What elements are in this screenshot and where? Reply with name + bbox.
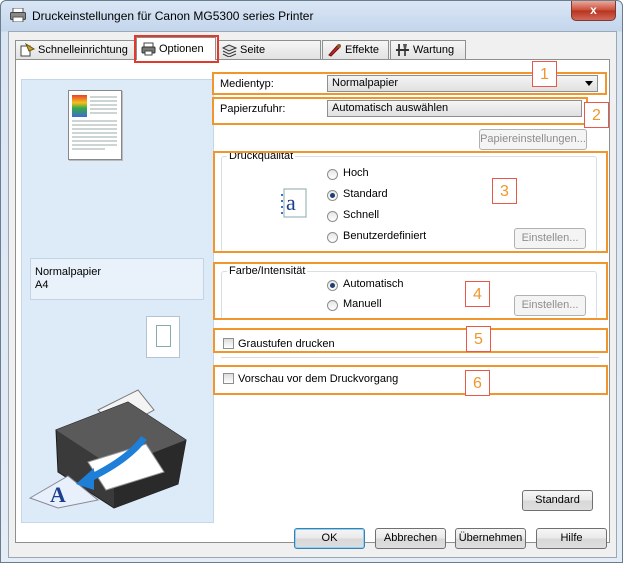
svg-text:A: A bbox=[50, 482, 66, 507]
dialog-body: Schnelleinrichtung Optionen Seite einric… bbox=[8, 31, 617, 558]
callout-box-2 bbox=[212, 97, 588, 125]
callout-number-1: 1 bbox=[532, 61, 557, 87]
page-preview-image bbox=[72, 95, 117, 150]
defaults-button[interactable]: Standard bbox=[522, 490, 593, 511]
callout-box-6 bbox=[213, 365, 608, 395]
close-icon: x bbox=[590, 3, 597, 17]
callout-number-5: 5 bbox=[466, 326, 491, 352]
callout-box-4 bbox=[213, 262, 608, 320]
tab-effects[interactable]: Effekte bbox=[322, 40, 389, 59]
page-preview-thumbnail bbox=[68, 90, 122, 160]
tab-label: Wartung bbox=[413, 44, 455, 56]
effects-brush-icon bbox=[328, 44, 341, 57]
printer-icon bbox=[10, 8, 26, 22]
separator bbox=[221, 357, 599, 358]
callout-box-3 bbox=[213, 151, 608, 253]
tab-page-setup[interactable]: Seite einrichten bbox=[217, 40, 321, 75]
tab-quick-setup[interactable]: Schnelleinrichtung bbox=[15, 40, 135, 59]
printer-illustration-icon: A bbox=[28, 389, 187, 509]
callout-number-4: 4 bbox=[465, 281, 490, 307]
apply-button[interactable]: Übernehmen bbox=[455, 528, 526, 549]
quick-setup-icon bbox=[20, 43, 35, 57]
callout-number-2: 2 bbox=[584, 102, 609, 128]
preview-media-type: Normalpapier bbox=[35, 266, 102, 278]
paper-settings-button[interactable]: Papiereinstellungen... bbox=[479, 129, 587, 150]
close-button[interactable]: x bbox=[571, 1, 616, 21]
title-bar: Druckeinstellungen für Canon MG5300 seri… bbox=[1, 1, 622, 31]
media-info-box: Normalpapier A4 bbox=[30, 258, 204, 300]
cancel-button[interactable]: Abbrechen bbox=[375, 528, 446, 549]
printer-settings-window: Druckeinstellungen für Canon MG5300 seri… bbox=[0, 0, 623, 563]
tab-maintenance[interactable]: Wartung bbox=[390, 40, 466, 59]
callout-number-6: 6 bbox=[465, 370, 490, 396]
window-title: Druckeinstellungen für Canon MG5300 seri… bbox=[32, 9, 314, 23]
ok-button[interactable]: OK bbox=[294, 528, 365, 549]
maintenance-tools-icon bbox=[396, 44, 409, 56]
page-setup-icon bbox=[222, 44, 237, 57]
callout-number-3: 3 bbox=[492, 178, 517, 204]
orientation-indicator bbox=[146, 316, 180, 358]
preview-pane: Normalpapier A4 A bbox=[21, 79, 214, 523]
tab-label: Schnelleinrichtung bbox=[38, 44, 128, 56]
tab-label: Effekte bbox=[345, 44, 380, 56]
help-button[interactable]: Hilfe bbox=[536, 528, 607, 549]
active-tab-highlight bbox=[134, 35, 219, 63]
preview-paper-size: A4 bbox=[35, 279, 49, 291]
callout-box-5 bbox=[213, 328, 608, 353]
portrait-page-icon bbox=[156, 325, 171, 347]
